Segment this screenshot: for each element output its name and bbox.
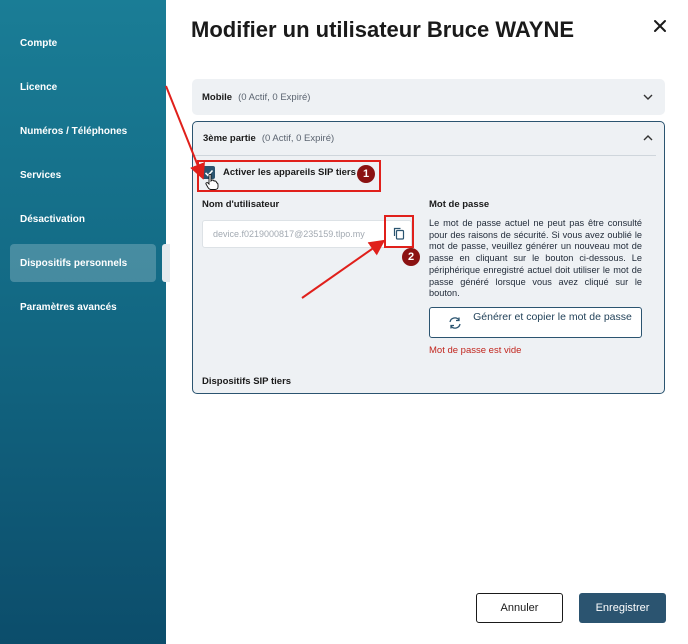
chevron-down-icon[interactable] xyxy=(642,91,654,103)
chevron-up-icon[interactable] xyxy=(642,132,654,144)
accordion-header[interactable]: 3ème partie (0 Actif, 0 Expiré) xyxy=(203,122,334,155)
password-error: Mot de passe est vide xyxy=(429,345,522,356)
sidebar-item-label: Désactivation xyxy=(20,213,86,225)
close-icon xyxy=(654,20,666,32)
sidebar-item-desactivation[interactable]: Désactivation xyxy=(10,200,156,238)
password-description: Le mot de passe actuel ne peut pas être … xyxy=(429,218,642,299)
sidebar-item-label: Paramètres avancés xyxy=(20,301,117,313)
annotation-badge-1: 1 xyxy=(357,165,375,183)
annotation-highlight-copy xyxy=(384,215,414,248)
sidebar-item-label: Compte xyxy=(20,37,58,49)
sidebar: Compte Licence Numéros / Téléphones Serv… xyxy=(0,0,166,644)
username-field[interactable]: device.f0219000817@235159.tlpo.my xyxy=(202,220,412,248)
save-button[interactable]: Enregistrer xyxy=(579,593,666,623)
sidebar-item-compte[interactable]: Compte xyxy=(10,24,156,62)
sidebar-item-label: Numéros / Téléphones xyxy=(20,125,128,137)
page-title: Modifier un utilisateur Bruce WAYNE xyxy=(191,17,575,42)
accordion-count: (0 Actif, 0 Expiré) xyxy=(238,91,311,103)
accordion-title: 3ème partie xyxy=(203,133,256,144)
divider xyxy=(193,155,656,156)
sidebar-item-label: Licence xyxy=(20,81,58,93)
annotation-highlight-checkbox xyxy=(197,160,381,192)
close-button[interactable] xyxy=(651,17,669,35)
username-label: Nom d'utilisateur xyxy=(202,199,280,210)
generate-button-label: Générer et copier le mot de passe xyxy=(473,311,632,323)
accordion-title: Mobile xyxy=(202,91,233,103)
sidebar-active-indicator xyxy=(162,244,170,282)
generate-copy-password-button[interactable]: Générer et copier le mot de passe xyxy=(429,307,642,338)
accordion-count: (0 Actif, 0 Expiré) xyxy=(261,133,335,144)
sidebar-item-numeros[interactable]: Numéros / Téléphones xyxy=(10,112,156,150)
refresh-icon xyxy=(449,317,461,329)
sip-devices-section-label: Dispositifs SIP tiers xyxy=(202,376,292,387)
accordion-header: Mobile (0 Actif, 0 Expiré) xyxy=(202,79,310,115)
cancel-button[interactable]: Annuler xyxy=(476,593,563,623)
annotation-badge-2: 2 xyxy=(402,248,420,266)
sidebar-item-parametres-avances[interactable]: Paramètres avancés xyxy=(10,288,156,326)
sidebar-item-dispositifs-personnels[interactable]: Dispositifs personnels xyxy=(10,244,156,282)
username-value: device.f0219000817@235159.tlpo.my xyxy=(213,229,365,239)
sidebar-item-label: Services xyxy=(20,169,62,181)
password-label: Mot de passe xyxy=(429,199,490,210)
accordion-mobile[interactable]: Mobile (0 Actif, 0 Expiré) xyxy=(192,79,665,115)
sidebar-item-licence[interactable]: Licence xyxy=(10,68,156,106)
sidebar-item-label: Dispositifs personnels xyxy=(20,257,128,269)
sidebar-item-services[interactable]: Services xyxy=(10,156,156,194)
